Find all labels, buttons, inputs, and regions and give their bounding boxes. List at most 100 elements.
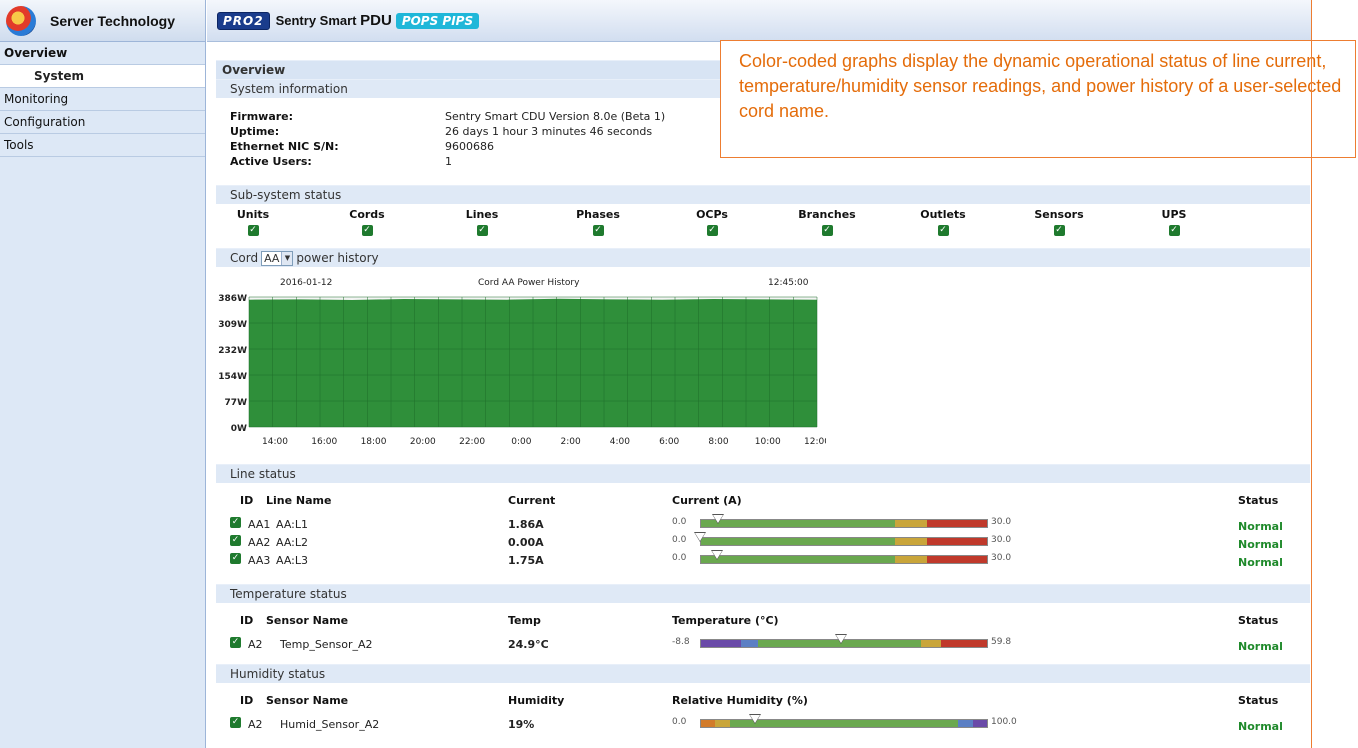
sidebar-item-overview[interactable]: Overview [0, 42, 205, 65]
gauge-min: -8.8 [672, 637, 690, 647]
row-id: AA2 [248, 536, 271, 549]
status-badge: Normal [1238, 520, 1283, 533]
gauge-track [700, 719, 988, 728]
gauge-bar: 0.0 30.0 [672, 532, 1042, 548]
checkmark-icon: ✓ [230, 535, 241, 546]
temp-status-header: Temperature status [216, 584, 1310, 603]
cord-select[interactable]: AA ▼ [261, 251, 294, 266]
gauge-min: 0.0 [672, 535, 687, 545]
x-tick-label: 20:00 [410, 437, 436, 447]
product-name: Sentry Smart PDU [276, 12, 392, 29]
x-tick-label: 4:00 [610, 437, 630, 447]
row-name: Temp_Sensor_A2 [280, 638, 373, 651]
row-value: 24.9°C [508, 638, 549, 651]
x-tick-label: 2:00 [561, 437, 581, 447]
status-badge: Normal [1238, 556, 1283, 569]
y-tick-label: 77W [225, 398, 248, 408]
gauge-min: 0.0 [672, 553, 687, 563]
checkmark-icon: ✓ [247, 225, 259, 236]
row-name: AA:L2 [276, 536, 308, 549]
y-tick-label: 386W [218, 294, 247, 304]
row-value: 0.00A [508, 536, 544, 549]
gauge-bar: -8.8 59.8 [672, 634, 1042, 650]
checkmark-icon: ✓ [821, 225, 833, 236]
checkmark-icon: ✓ [476, 225, 488, 236]
uptime-label: Uptime: [230, 125, 280, 138]
col-id: ID [240, 614, 254, 627]
gauge-segment [895, 520, 927, 527]
gauge-min: 0.0 [672, 717, 687, 727]
sidebar-item-tools[interactable]: Tools [0, 134, 205, 157]
col-name: Line Name [266, 494, 332, 507]
row-id: AA1 [248, 518, 271, 531]
sidebar-item-configuration[interactable]: Configuration [0, 111, 205, 134]
checkmark-icon: ✓ [230, 517, 241, 528]
gauge-pointer-fill [695, 533, 705, 541]
uptime-value: 26 days 1 hour 3 minutes 46 seconds [445, 125, 653, 138]
x-tick-label: 18:00 [361, 437, 387, 447]
checkmark-icon: ✓ [937, 225, 949, 236]
gauge-segment [926, 538, 987, 545]
gauge-pointer-fill [836, 635, 847, 643]
row-name: AA:L1 [276, 518, 308, 531]
gauge-segment [926, 520, 987, 527]
row-value: 1.75A [508, 554, 544, 567]
sidebar-item-monitoring[interactable]: Monitoring [0, 88, 205, 111]
subsystem-label: Branches [798, 208, 856, 221]
gauge-pointer-fill [711, 551, 722, 559]
checkmark-icon: ✓ [706, 225, 718, 236]
gauge-segment [972, 720, 987, 727]
cord-suffix: power history [296, 251, 379, 265]
pops-pips-badge: POPS PIPS [395, 12, 480, 29]
firmware-value: Sentry Smart CDU Version 8.0e (Beta 1) [445, 110, 666, 123]
gauge-min: 0.0 [672, 517, 687, 527]
gauge-segment [729, 720, 959, 727]
y-tick-label: 232W [218, 346, 247, 356]
nic-value: 9600686 [445, 140, 494, 153]
col-gauge: Temperature (°C) [672, 614, 779, 627]
col-name: Sensor Name [266, 694, 349, 707]
row-id: AA3 [248, 554, 271, 567]
col-status: Status [1238, 694, 1279, 707]
subsystem-lines: Lines ✓ [452, 208, 512, 236]
col-value: Current [508, 494, 556, 507]
gauge-track [700, 555, 988, 564]
gauge-segment [921, 640, 942, 647]
line-status-header: Line status [216, 464, 1310, 483]
active-users-value: 1 [445, 155, 452, 168]
subsystem-label: Units [236, 208, 270, 221]
status-badge: Normal [1238, 640, 1283, 653]
gauge-pointer-fill [712, 515, 723, 523]
gauge-segment [741, 640, 759, 647]
checkmark-icon: ✓ [592, 225, 604, 236]
gauge-segment [715, 720, 730, 727]
gauge-segment [701, 556, 896, 563]
col-name: Sensor Name [266, 614, 349, 627]
pro2-badge: PRO2 [217, 11, 270, 30]
product-prefix: Sentry Smart [275, 13, 357, 28]
subsystem-label: Cords [349, 208, 385, 221]
sidebar-item-system[interactable]: System [0, 65, 205, 88]
subsystem-label: UPS [1161, 208, 1187, 221]
col-value: Temp [508, 614, 541, 627]
callout-text: Color-coded graphs display the dynamic o… [739, 51, 1342, 121]
row-value: 19% [508, 718, 535, 731]
gauge-bar: 0.0 100.0 [672, 714, 1042, 730]
col-status: Status [1238, 614, 1279, 627]
x-tick-label: 14:00 [262, 437, 288, 447]
cord-header: Cord AA ▼ power history [216, 248, 1310, 267]
subsystem-ups: UPS ✓ [1144, 208, 1204, 236]
subsystem-label: Phases [576, 208, 620, 221]
power-history-chart: 2016-01-12 Cord AA Power History 12:45:00 0… [218, 278, 826, 447]
col-id: ID [240, 694, 254, 707]
subsystem-cords: Cords ✓ [337, 208, 397, 236]
frame-divider [1311, 0, 1312, 748]
gauge-segment [895, 538, 927, 545]
subsystem-units: Units ✓ [223, 208, 283, 236]
gauge-bar: 0.0 30.0 [672, 514, 1042, 530]
chevron-down-icon: ▼ [281, 252, 293, 265]
y-tick-label: 0W [231, 424, 247, 434]
x-tick-label: 12:00 [804, 437, 826, 447]
gauge-segment [701, 640, 742, 647]
subsystem-label: Lines [465, 208, 499, 221]
